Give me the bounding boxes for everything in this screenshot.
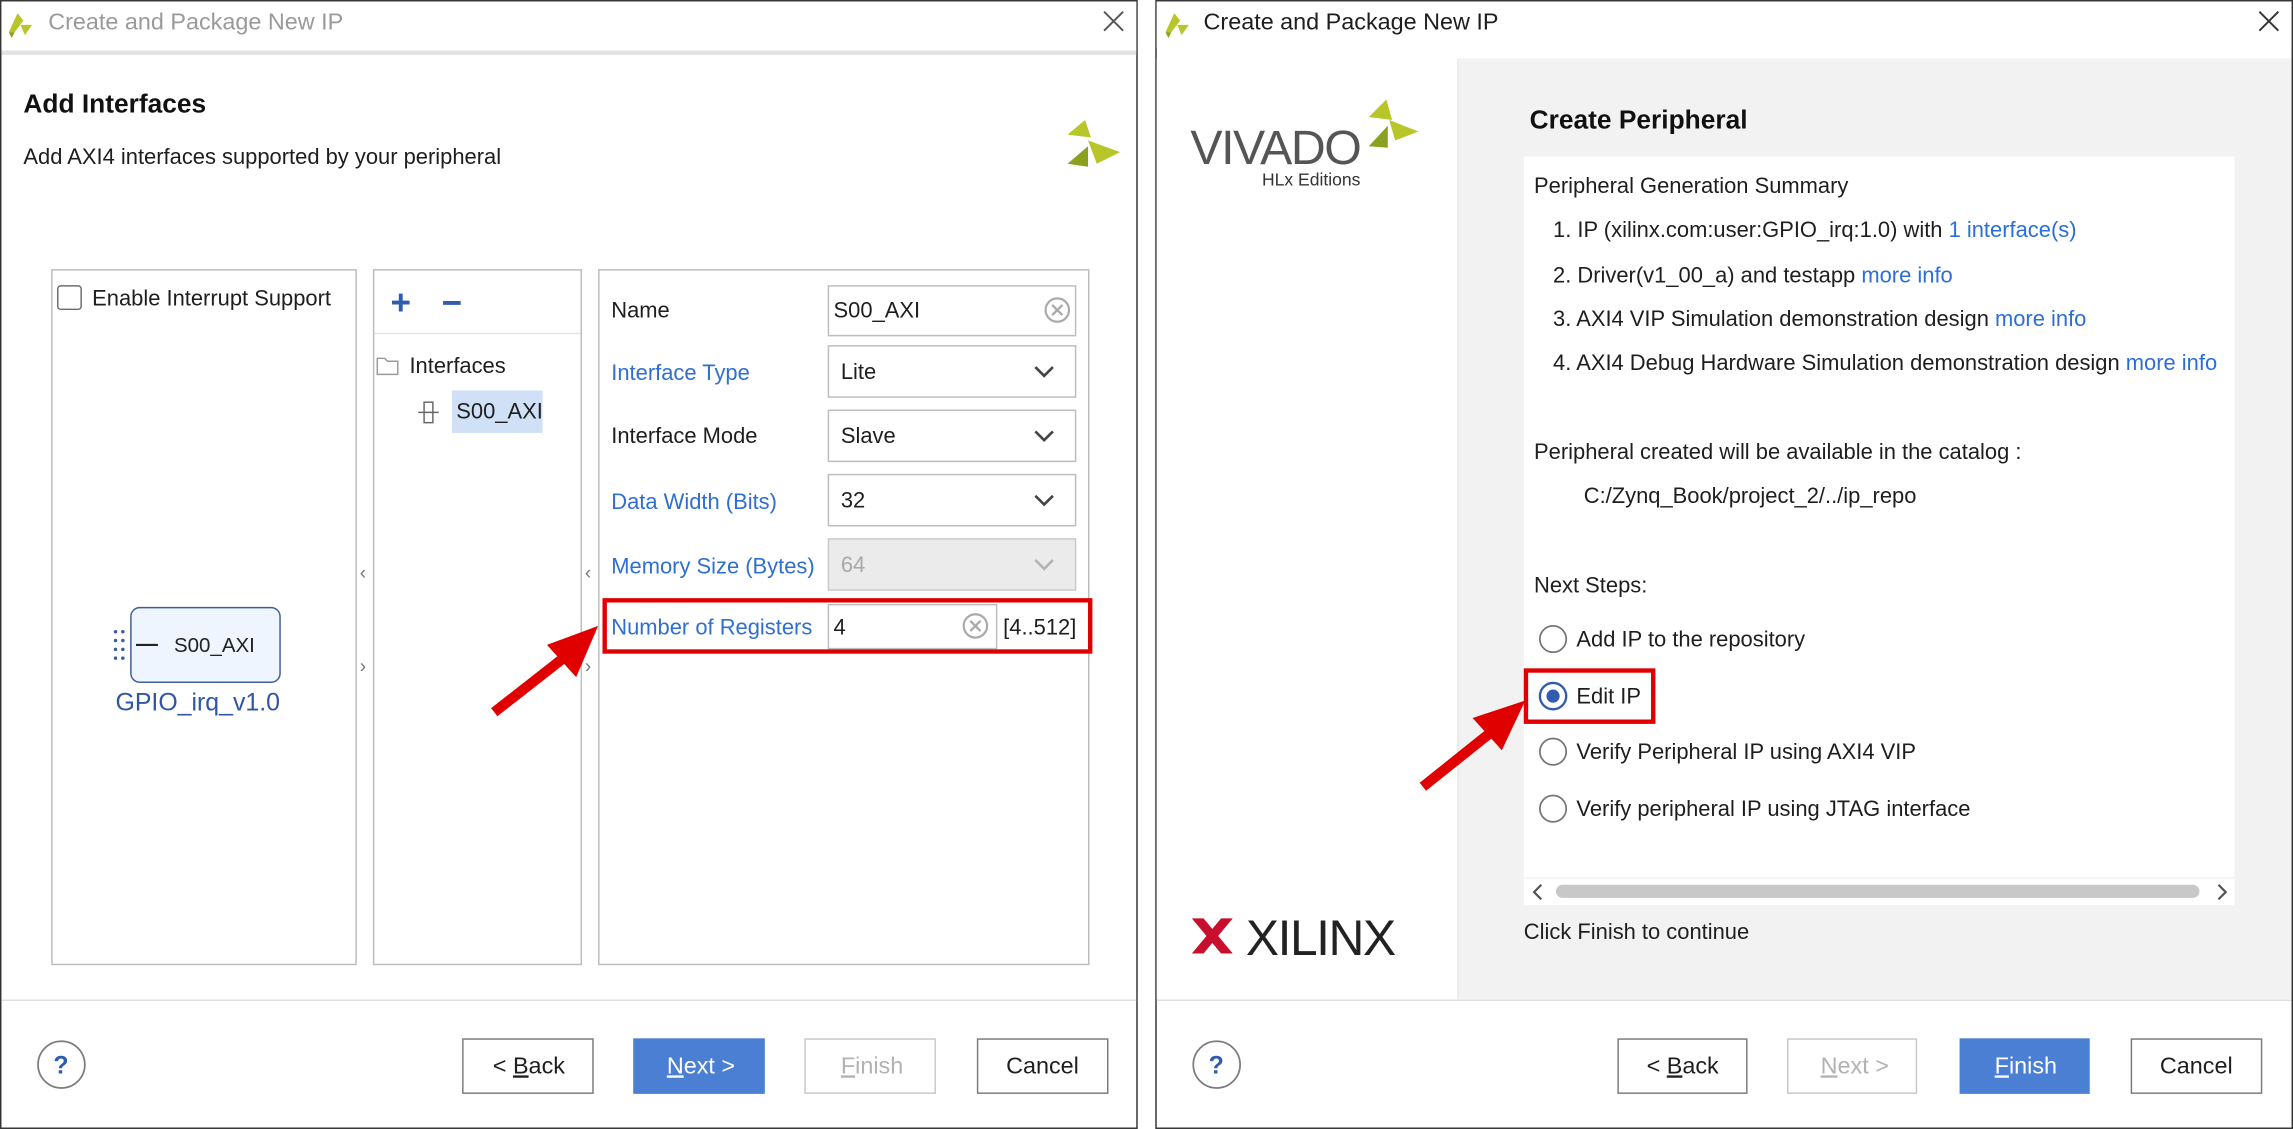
vivado-logo-text: VIVADO bbox=[1190, 121, 1360, 175]
horizontal-scrollbar[interactable] bbox=[1523, 878, 2235, 906]
interface-mode-label: Interface Mode bbox=[611, 423, 757, 448]
left-dialog: Create and Package New IP Add Interfaces… bbox=[0, 0, 1138, 1129]
summary-item-1: 1. IP (xilinx.com:user:GPIO_irq:1.0) wit… bbox=[1553, 217, 2076, 242]
num-registers-label: Number of Registers bbox=[611, 615, 812, 640]
summary-heading: Peripheral Generation Summary bbox=[1534, 173, 1848, 198]
interface-type-value: Lite bbox=[841, 359, 876, 384]
svg-text:Next >: Next > bbox=[1821, 1052, 1889, 1078]
data-width-value: 32 bbox=[841, 487, 865, 512]
summary-item-4: 4. AXI4 Debug Hardware Simulation demons… bbox=[1553, 350, 2217, 375]
logo-column bbox=[1156, 58, 1457, 999]
svg-text:Verify Peripheral IP using AXI: Verify Peripheral IP using AXI4 VIP bbox=[1576, 739, 1916, 764]
memory-size-value: 64 bbox=[841, 552, 865, 577]
window-title: Create and Package New IP bbox=[1204, 8, 1499, 34]
clear-registers-icon[interactable] bbox=[962, 613, 989, 639]
block-port-label: S00_AXI bbox=[174, 634, 255, 657]
ip-name-label: GPIO_irq_v1.0 bbox=[116, 689, 280, 717]
catalog-note: Peripheral created will be available in … bbox=[1534, 439, 2021, 464]
window-title: Create and Package New IP bbox=[48, 8, 343, 34]
xilinx-logo-text: XILINX bbox=[1246, 910, 1396, 966]
num-registers-range: [4..512] bbox=[1003, 615, 1076, 640]
svg-text:Cancel: Cancel bbox=[2160, 1052, 2233, 1078]
svg-text:Next >: Next > bbox=[667, 1052, 735, 1078]
summary-item-2: 2. Driver(v1_00_a) and testapp more info bbox=[1553, 262, 1953, 287]
cancel-button[interactable]: Cancel bbox=[2130, 1038, 2263, 1094]
tree-item-s00-axi[interactable]: S00_AXI bbox=[456, 398, 543, 423]
scrollbar-thumb[interactable] bbox=[1555, 884, 2200, 898]
radio-edit-ip[interactable]: Edit IP bbox=[1538, 681, 1641, 711]
num-registers-value: 4 bbox=[834, 615, 846, 640]
remove-interface-button[interactable]: − bbox=[442, 283, 463, 322]
radio-add-ip[interactable]: Add IP to the repository bbox=[1539, 625, 1805, 654]
radio-verify-jtag[interactable]: Verify peripheral IP using JTAG interfac… bbox=[1539, 794, 1971, 823]
vivado-edition-text: HLx Editions bbox=[1262, 170, 1361, 190]
more-info-link[interactable]: more info bbox=[1995, 306, 2086, 331]
svg-text:< Back: < Back bbox=[1647, 1052, 1719, 1078]
svg-text:Finish: Finish bbox=[1995, 1052, 2057, 1078]
next-button-disabled: Next > bbox=[1787, 1038, 1918, 1094]
right-dialog: Create and Package New IP VIVADO HLx Edi… bbox=[1155, 0, 2293, 1129]
footer-note: Click Finish to continue bbox=[1524, 919, 1749, 944]
page-title: Create Peripheral bbox=[1530, 105, 1748, 135]
finish-button-disabled: Finish bbox=[804, 1038, 936, 1094]
more-info-link[interactable]: more info bbox=[1861, 262, 1952, 287]
page-title: Add Interfaces bbox=[23, 89, 206, 119]
expand-right-icon[interactable]: › bbox=[360, 657, 366, 678]
svg-text:Finish: Finish bbox=[841, 1052, 903, 1078]
enable-interrupt-checkbox[interactable] bbox=[57, 285, 82, 311]
memory-size-label: Memory Size (Bytes) bbox=[611, 553, 814, 578]
collapse-tree-icon[interactable]: ‹ bbox=[585, 563, 591, 584]
help-button[interactable]: ? bbox=[1192, 1040, 1241, 1089]
back-button[interactable]: < Back bbox=[462, 1038, 594, 1094]
next-button[interactable]: Next > bbox=[633, 1038, 765, 1094]
radio-verify-axi4-vip[interactable]: Verify Peripheral IP using AXI4 VIP bbox=[1539, 737, 1916, 766]
clear-name-icon[interactable] bbox=[1044, 297, 1071, 323]
svg-text:?: ? bbox=[53, 1051, 68, 1079]
summary-item-3: 3. AXI4 VIP Simulation demonstration des… bbox=[1553, 306, 2086, 331]
ip-block[interactable]: S00_AXI bbox=[113, 606, 281, 683]
add-interface-button[interactable]: + bbox=[390, 283, 411, 322]
svg-text:< Back: < Back bbox=[493, 1052, 565, 1078]
expand-tree-icon[interactable]: › bbox=[585, 657, 591, 678]
svg-text:Verify peripheral IP using JTA: Verify peripheral IP using JTAG interfac… bbox=[1576, 796, 1970, 821]
name-label: Name bbox=[611, 297, 669, 322]
help-button[interactable]: ? bbox=[37, 1040, 86, 1089]
svg-text:Cancel: Cancel bbox=[1006, 1052, 1079, 1078]
svg-text:?: ? bbox=[1209, 1051, 1224, 1079]
cancel-button[interactable]: Cancel bbox=[976, 1038, 1109, 1094]
screenshot-canvas: Create and Package New IP Add Interfaces… bbox=[0, 0, 2293, 1129]
name-input-value: S00_AXI bbox=[834, 297, 921, 322]
interface-type-label: Interface Type bbox=[611, 360, 750, 385]
data-width-label: Data Width (Bits) bbox=[611, 489, 777, 514]
interface-mode-value: Slave bbox=[841, 423, 896, 448]
svg-text:Add IP to the repository: Add IP to the repository bbox=[1576, 626, 1805, 651]
next-steps-label: Next Steps: bbox=[1534, 572, 1647, 597]
page-subtitle: Add AXI4 interfaces supported by your pe… bbox=[23, 144, 501, 169]
svg-text:Edit IP: Edit IP bbox=[1576, 683, 1641, 708]
enable-interrupt-label: Enable Interrupt Support bbox=[92, 286, 331, 311]
back-button[interactable]: < Back bbox=[1617, 1038, 1748, 1094]
finish-button[interactable]: Finish bbox=[1959, 1038, 2090, 1094]
tree-folder-label[interactable]: Interfaces bbox=[409, 353, 505, 378]
interfaces-link[interactable]: 1 interface(s) bbox=[1949, 217, 2077, 242]
catalog-path: C:/Zynq_Book/project_2/../ip_repo bbox=[1584, 483, 1917, 508]
more-info-link[interactable]: more info bbox=[2126, 350, 2217, 375]
collapse-left-icon[interactable]: ‹ bbox=[360, 563, 366, 584]
